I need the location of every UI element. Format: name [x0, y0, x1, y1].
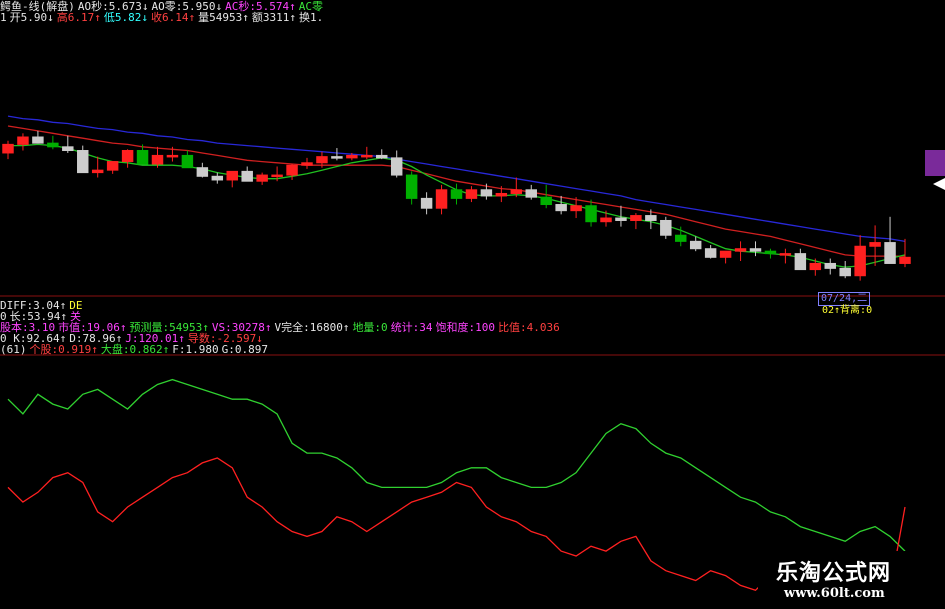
- candle-body-20: [286, 164, 298, 176]
- quote-item-2: 高6.17↑: [56, 11, 101, 24]
- oscillator-line-1: [7, 378, 906, 552]
- candle-body-39: [570, 205, 582, 212]
- price-panel: [2, 115, 911, 281]
- candle-body-8: [106, 161, 119, 171]
- candle-body-15: [211, 175, 224, 181]
- stat-item-4: V完全:16800↑: [274, 321, 350, 334]
- candle-body-5: [62, 146, 74, 152]
- ratio-item-1: 个股:0.919↑: [29, 343, 98, 356]
- header-line-2: 1 开5.90↓ 高6.17↑ 低5.82↓ 收6.14↑ 量54953↑ 额3311↑ 换1…: [0, 11, 326, 24]
- candle-body-26: [376, 154, 388, 159]
- candle-body-41: [600, 217, 612, 223]
- candle-body-45: [660, 219, 672, 236]
- candle-body-36: [525, 189, 537, 198]
- candle-body-10: [136, 150, 149, 165]
- candle-body-1: [2, 143, 14, 154]
- stock-chart-screen: 鳄鱼-线(解盘) AO秒:5.673↓ AO零:5.950↓ AC秒:5.574↑ AC…: [0, 0, 945, 609]
- candle-body-57: [839, 267, 851, 277]
- divergence-tag: 02↑背离:0: [822, 305, 873, 316]
- candle-body-34: [495, 192, 508, 197]
- candle-body-9: [121, 150, 134, 163]
- chart-canvas[interactable]: [0, 0, 945, 609]
- candle-body-19: [271, 174, 283, 178]
- candle-body-46: [675, 234, 687, 242]
- candle-body-7: [91, 169, 104, 174]
- quote-item-7: 换1.: [299, 11, 324, 24]
- candle-body-30: [435, 189, 448, 209]
- ratio-item-2: 大盘:0.862↑: [100, 343, 170, 356]
- candle-body-44: [645, 215, 657, 221]
- candle-body-12: [166, 154, 179, 158]
- stat-item-6: 统计:34: [390, 321, 433, 334]
- candle-body-25: [361, 154, 373, 158]
- price-axis-marker: [925, 150, 945, 176]
- stat-item-5: 地量:0: [352, 321, 388, 334]
- candle-body-21: [301, 162, 313, 166]
- stat-item-7: 饱和度:100: [435, 321, 496, 334]
- candle-body-24: [346, 154, 358, 159]
- date-tag: 07/24,二: [818, 292, 871, 306]
- candle-body-14: [196, 167, 209, 177]
- candle-body-54: [794, 253, 807, 271]
- candle-body-53: [779, 253, 792, 256]
- candle-body-16: [226, 170, 238, 181]
- candle-body-38: [555, 204, 567, 212]
- ratio-item-0: (61): [0, 343, 27, 356]
- candle-body-23: [331, 156, 343, 159]
- candle-body-31: [450, 189, 463, 199]
- candle-body-55: [809, 262, 822, 271]
- ma-line-blue: [7, 115, 906, 243]
- candle-body-43: [630, 215, 642, 221]
- candle-body-28: [405, 174, 418, 199]
- candle-body-48: [704, 248, 717, 258]
- candle-body-42: [615, 217, 627, 221]
- candle-body-59: [869, 242, 881, 247]
- candle-body-58: [854, 245, 866, 277]
- candle-body-22: [316, 156, 328, 164]
- candle-body-27: [390, 157, 403, 176]
- quote-item-1: 开5.90↓: [9, 11, 54, 24]
- quote-item-6: 额3311↑: [251, 11, 296, 24]
- quote-item-3: 低5.82↓: [103, 11, 148, 24]
- candle-body-47: [689, 240, 702, 250]
- candle-body-6: [77, 150, 89, 174]
- candle-body-17: [241, 170, 253, 182]
- candle-body-56: [824, 262, 836, 269]
- candle-body-40: [585, 205, 597, 223]
- candle-body-49: [719, 250, 732, 258]
- candle-body-2: [17, 136, 29, 145]
- candle-body-33: [480, 189, 493, 197]
- candle-body-35: [510, 189, 523, 194]
- candle-body-32: [465, 189, 478, 199]
- quote-item-5: 量54953↑: [198, 11, 249, 24]
- quote-item-0: 1: [0, 11, 7, 24]
- watermark-url: www.60lt.com: [784, 586, 885, 601]
- candle-body-52: [764, 250, 777, 255]
- candle-body-3: [32, 136, 44, 144]
- candle-body-61: [899, 256, 911, 264]
- watermark-title: 乐淘公式网: [776, 560, 892, 586]
- candle-body-29: [420, 197, 433, 209]
- stat-item-8: 比值:4.036: [498, 321, 560, 334]
- ratio-item-4: G:0.897: [221, 343, 268, 356]
- indicator-line-5: (61) 个股:0.919↑ 大盘:0.862↑ F:1.980 G:0.897: [0, 343, 271, 356]
- candle-body-4: [47, 142, 59, 148]
- current-price-pointer: [933, 178, 945, 190]
- watermark: 乐淘公式网 www.60lt.com: [758, 551, 945, 609]
- candle-body-18: [256, 174, 268, 182]
- candle-body-51: [749, 248, 762, 252]
- candle-body-60: [884, 242, 896, 264]
- ratio-item-3: F:1.980: [172, 343, 219, 356]
- candle-body-13: [181, 154, 194, 169]
- candle-body-50: [734, 248, 747, 252]
- candle-body-11: [151, 154, 164, 165]
- candle-body-37: [540, 196, 552, 206]
- quote-item-4: 收6.14↑: [151, 11, 196, 24]
